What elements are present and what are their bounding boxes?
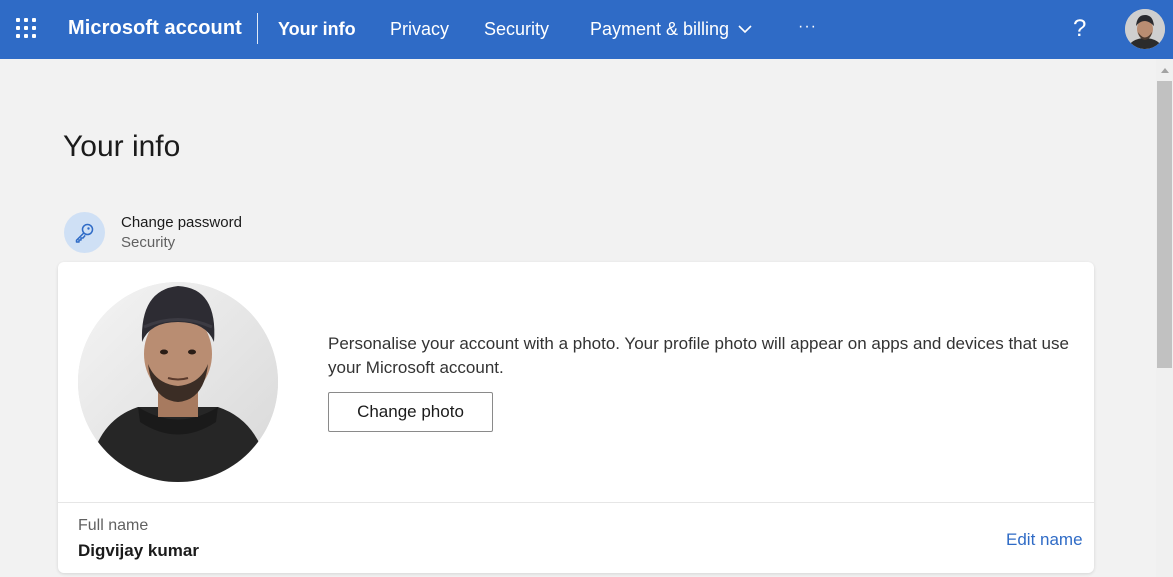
change-password-category: Security bbox=[121, 234, 176, 251]
nav-privacy[interactable]: Privacy bbox=[390, 19, 449, 40]
profile-card: Personalise your account with a photo. Y… bbox=[58, 262, 1094, 573]
help-icon[interactable]: ? bbox=[1073, 15, 1086, 43]
nav-your-info[interactable]: Your info bbox=[278, 19, 356, 40]
page-scrollbar[interactable] bbox=[1156, 59, 1173, 577]
chevron-down-icon[interactable] bbox=[737, 21, 753, 37]
nav-security[interactable]: Security bbox=[484, 19, 549, 40]
avatar[interactable] bbox=[1125, 9, 1165, 49]
more-menu-button[interactable]: ··· bbox=[798, 18, 817, 36]
photo-description: Personalise your account with a photo. Y… bbox=[328, 334, 1069, 377]
full-name-value: Digvijay kumar bbox=[78, 541, 199, 560]
edit-name-link[interactable]: Edit name bbox=[1006, 530, 1083, 550]
profile-photo bbox=[78, 282, 278, 482]
header-divider bbox=[257, 13, 258, 44]
key-icon[interactable] bbox=[64, 212, 105, 253]
nav-payment-billing[interactable]: Payment & billing bbox=[590, 19, 729, 40]
card-divider bbox=[58, 502, 1094, 503]
app-launcher-icon[interactable] bbox=[16, 18, 38, 40]
scroll-thumb[interactable] bbox=[1157, 81, 1172, 368]
scroll-up-arrow-icon[interactable] bbox=[1161, 68, 1169, 73]
brand-title[interactable]: Microsoft account bbox=[68, 17, 242, 40]
change-password-link[interactable]: Change password bbox=[121, 214, 242, 231]
full-name-label: Full name bbox=[78, 517, 149, 534]
change-photo-button[interactable]: Change photo bbox=[328, 392, 493, 432]
top-navigation-bar: Microsoft account Your info Privacy Secu… bbox=[0, 0, 1173, 59]
page-title: Your info bbox=[63, 130, 181, 163]
